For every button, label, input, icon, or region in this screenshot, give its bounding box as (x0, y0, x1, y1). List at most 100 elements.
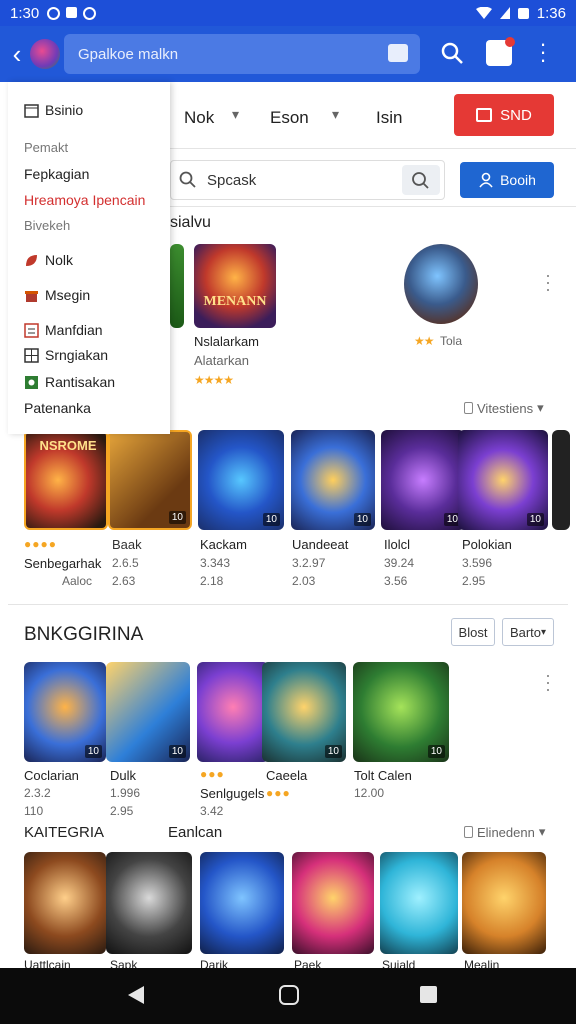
status-time-left: 1:30 (10, 4, 40, 22)
wifi-icon (475, 7, 492, 19)
nav-recents-icon[interactable] (420, 986, 437, 1003)
drawer-label: Rantisakan (45, 374, 116, 390)
cart-badge (505, 37, 515, 47)
search-icon[interactable] (440, 41, 464, 65)
game-meta: 2.95 (462, 574, 486, 588)
game-thumbnail[interactable] (197, 662, 269, 762)
game-title[interactable]: Kackam (200, 537, 247, 552)
game-title[interactable]: Senlgugels (200, 786, 264, 801)
game-title[interactable]: Dulk (110, 768, 136, 783)
nav-home-icon[interactable] (279, 985, 299, 1005)
drawer-label: Nolk (45, 252, 74, 268)
game-title[interactable]: Uandeeat (292, 537, 348, 552)
chevron-down-icon[interactable]: ▾ (332, 106, 339, 123)
more-vert-icon[interactable]: · · · (544, 666, 552, 698)
game-thumbnail[interactable]: 10 (291, 430, 375, 530)
nav-back-icon[interactable] (128, 986, 144, 1004)
game-thumbnail[interactable]: 10 (381, 430, 465, 530)
game-meta: 1.996 (110, 786, 141, 800)
game-title[interactable]: Nslalarkam (194, 334, 259, 349)
drawer-item[interactable]: Fepkagian (24, 166, 89, 182)
sort-button[interactable]: Barto ▾ (502, 618, 554, 646)
rating-stars: ★★ (414, 334, 434, 348)
game-thumbnail[interactable]: 10 (458, 430, 548, 530)
see-all-link[interactable]: Vitestiens ▾ (464, 400, 544, 416)
game-title[interactable]: Tolt Calen (354, 768, 412, 783)
user-icon (479, 172, 493, 188)
send-button[interactable]: SND (454, 94, 554, 136)
game-thumbnail[interactable]: 10 (24, 662, 106, 762)
bookmark-icon (464, 826, 473, 838)
drawer-item[interactable]: Srngiakan (24, 347, 108, 363)
drawer-item-header[interactable]: Bsinio (24, 102, 83, 118)
game-title[interactable]: Coclarian (24, 768, 79, 783)
search-row: Spcask Booih (170, 156, 576, 204)
drawer-item-highlight[interactable]: Hreamoya Ipencain (24, 192, 145, 208)
thumbnail-count: 10 (84, 745, 102, 758)
notification-square-icon (66, 6, 78, 18)
game-thumbnail[interactable] (200, 852, 284, 954)
drawer-label: Srngiakan (45, 347, 109, 363)
list-icon (24, 322, 39, 338)
gift-icon (25, 290, 38, 302)
bag-icon[interactable] (388, 44, 408, 62)
game-thumbnail-round[interactable] (404, 244, 478, 324)
system-nav-bar (0, 968, 576, 1024)
drawer-label: Msegin (45, 287, 91, 303)
more-vert-icon[interactable]: · · · (538, 33, 548, 71)
thumbnail-count: 10 (324, 745, 342, 758)
filter-1[interactable]: Nok (184, 108, 214, 128)
game-title[interactable]: Polokian (462, 537, 512, 552)
filter-3[interactable]: Isin (376, 108, 402, 128)
booth-button[interactable]: Booih (460, 162, 554, 198)
cart-icon[interactable] (486, 37, 515, 66)
thumbnail-text: NSROME (39, 438, 97, 453)
thumbnail-count: 10 (427, 745, 445, 758)
game-thumbnail[interactable] (292, 852, 374, 954)
battery-icon (517, 7, 529, 19)
game-meta: 2.3.2 (24, 786, 51, 800)
thumbnail-logo-text: MENANN (203, 294, 267, 309)
game-thumbnail[interactable] (24, 852, 106, 954)
game-thumbnail[interactable]: NSROME (24, 430, 108, 530)
message-icon (476, 108, 493, 122)
more-vert-icon[interactable]: · · · (544, 266, 552, 298)
game-thumbnail[interactable]: 10 (108, 430, 192, 530)
game-thumbnail-partial[interactable] (552, 430, 570, 530)
drawer-label: Bivekeh (24, 218, 71, 233)
see-all-label: Vitestiens (477, 400, 534, 416)
game-thumbnail-partial[interactable] (170, 244, 184, 328)
game-thumbnail[interactable]: 10 (198, 430, 284, 530)
drawer-item[interactable]: Nolk (24, 252, 73, 268)
top-search-field[interactable]: Gpalkoe malkn (64, 34, 420, 74)
back-arrow-icon[interactable]: ‹ (6, 39, 28, 70)
game-title[interactable]: Ilolcl (384, 537, 410, 552)
search-input[interactable]: Spcask (170, 160, 445, 200)
game-title[interactable]: Senbegarhak (24, 556, 101, 571)
game-thumbnail[interactable]: MENANN (194, 244, 276, 328)
filter-2[interactable]: Eson (270, 108, 309, 128)
drawer-item[interactable]: Rantisakan (24, 374, 115, 390)
chevron-down-icon[interactable]: ▾ (232, 106, 239, 123)
see-all-link[interactable]: Elinedenn ▾ (464, 824, 545, 840)
section-3-title: KAITEGRIA (24, 824, 105, 841)
filter-button[interactable]: Blost (451, 618, 495, 646)
game-thumbnail[interactable]: 10 (106, 662, 190, 762)
drawer-item[interactable]: Bivekeh (24, 218, 70, 233)
leaf-icon (26, 254, 37, 266)
drawer-item[interactable]: Pemakt (24, 140, 68, 155)
drawer-item[interactable]: Msegin (24, 287, 90, 303)
rating-text: Tola (440, 334, 463, 348)
drawer-label: Fepkagian (24, 166, 90, 182)
search-submit-button[interactable] (402, 165, 440, 195)
game-thumbnail[interactable]: 10 (353, 662, 449, 762)
game-thumbnail[interactable] (380, 852, 458, 954)
game-title[interactable]: Caeela (266, 768, 307, 783)
game-meta: 2.95 (110, 804, 134, 818)
game-thumbnail[interactable]: 10 (262, 662, 346, 762)
drawer-item[interactable]: Patenanka (24, 400, 91, 416)
drawer-item[interactable]: Manfdian (24, 322, 103, 338)
game-meta: 3.343 (200, 556, 231, 570)
game-thumbnail[interactable] (462, 852, 546, 954)
game-thumbnail[interactable] (106, 852, 192, 954)
